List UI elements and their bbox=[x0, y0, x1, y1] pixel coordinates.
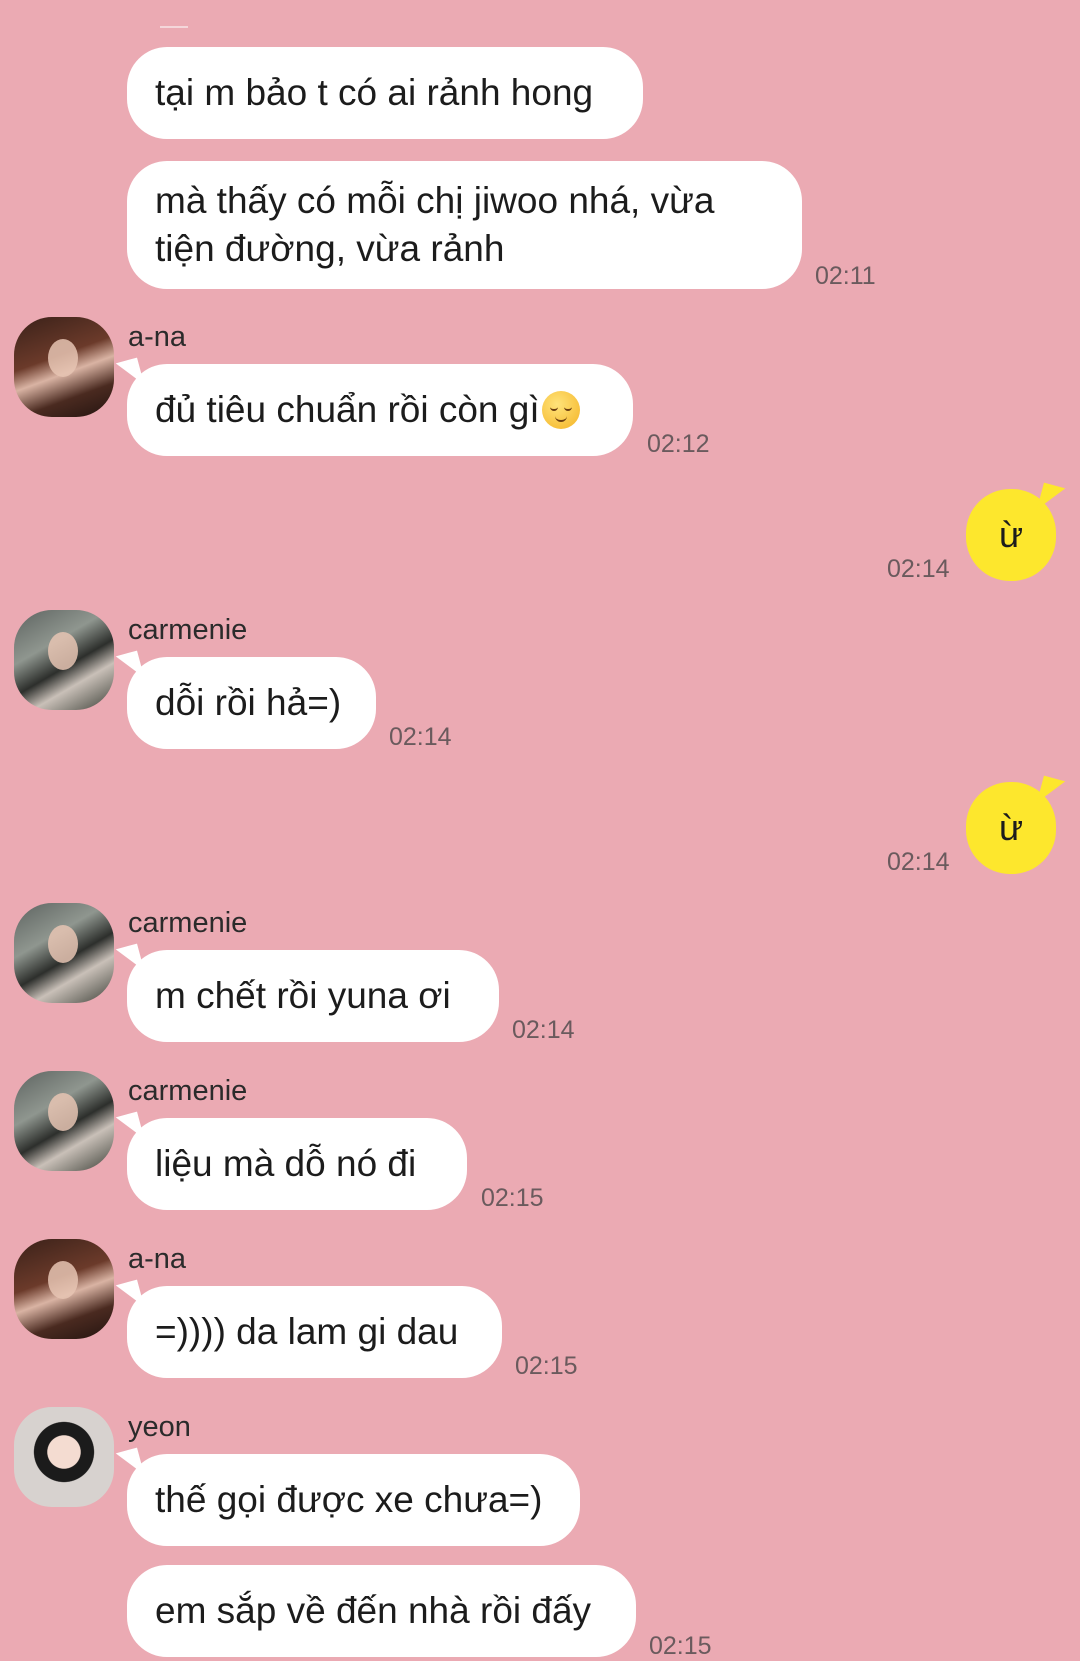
avatar-a-na[interactable] bbox=[14, 1239, 114, 1339]
message-bubble[interactable]: liệu mà dỗ nó đi bbox=[127, 1118, 467, 1210]
message-bubble[interactable]: tại m bảo t có ai rảnh hong bbox=[127, 47, 643, 139]
message-bubble[interactable]: thế gọi được xe chưa=) bbox=[127, 1454, 580, 1546]
avatar-yeon[interactable] bbox=[14, 1407, 114, 1507]
message-time: 02:12 bbox=[647, 430, 710, 458]
top-divider bbox=[160, 26, 188, 28]
message-text: thế gọi được xe chưa=) bbox=[155, 1479, 543, 1520]
sender-name: a-na bbox=[128, 1243, 187, 1275]
avatar-carmenie[interactable] bbox=[14, 1071, 114, 1171]
avatar-carmenie[interactable] bbox=[14, 610, 114, 710]
message-time: 02:14 bbox=[887, 555, 950, 583]
my-message-bubble[interactable]: ừ bbox=[966, 489, 1056, 581]
message-bubble[interactable]: đủ tiêu chuẩn rồi còn gì bbox=[127, 364, 633, 456]
message-time: 02:11 bbox=[815, 262, 876, 290]
message-text: đủ tiêu chuẩn rồi còn gì bbox=[155, 389, 540, 430]
message-text: tại m bảo t có ai rảnh hong bbox=[155, 72, 594, 113]
sender-name: a-na bbox=[128, 321, 187, 353]
message-time: 02:15 bbox=[649, 1632, 712, 1660]
sender-name: carmenie bbox=[128, 1075, 248, 1107]
message-time: 02:15 bbox=[515, 1352, 578, 1380]
message-text: ừ bbox=[998, 514, 1024, 555]
message-time: 02:15 bbox=[481, 1184, 544, 1212]
relieved-face-emoji bbox=[541, 391, 580, 429]
sender-name: carmenie bbox=[128, 907, 248, 939]
message-text: liệu mà dỗ nó đi bbox=[155, 1143, 417, 1184]
message-bubble[interactable]: mà thấy có mỗi chị jiwoo nhá, vừa tiện đ… bbox=[127, 161, 802, 289]
my-message-bubble[interactable]: ừ bbox=[966, 782, 1056, 874]
message-text: =)))) da lam gi dau bbox=[155, 1311, 459, 1352]
message-bubble[interactable]: em sắp về đến nhà rồi đấy bbox=[127, 1565, 636, 1657]
sender-name: yeon bbox=[128, 1411, 191, 1443]
message-time: 02:14 bbox=[389, 723, 452, 751]
message-text: dỗi rồi hả=) bbox=[155, 682, 342, 723]
message-bubble[interactable]: m chết rồi yuna ơi bbox=[127, 950, 499, 1042]
message-time: 02:14 bbox=[887, 848, 950, 876]
message-text: mà thấy có mỗi chị jiwoo nhá, vừa tiện đ… bbox=[155, 180, 715, 269]
message-text: m chết rồi yuna ơi bbox=[155, 975, 451, 1016]
message-text: ừ bbox=[998, 807, 1024, 848]
avatar-carmenie[interactable] bbox=[14, 903, 114, 1003]
message-bubble[interactable]: dỗi rồi hả=) bbox=[127, 657, 376, 749]
sender-name: carmenie bbox=[128, 614, 248, 646]
message-time: 02:14 bbox=[512, 1016, 575, 1044]
avatar-a-na[interactable] bbox=[14, 317, 114, 417]
message-bubble[interactable]: =)))) da lam gi dau bbox=[127, 1286, 502, 1378]
message-text: em sắp về đến nhà rồi đấy bbox=[155, 1590, 592, 1631]
